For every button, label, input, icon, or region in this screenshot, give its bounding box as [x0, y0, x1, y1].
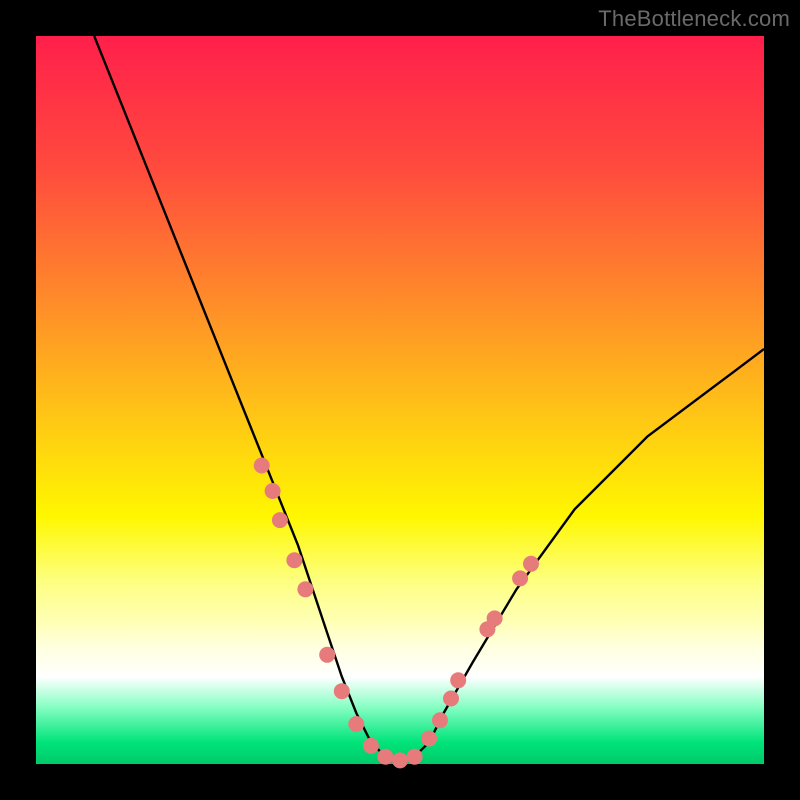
chart-frame: TheBottleneck.com: [0, 0, 800, 800]
data-marker: [407, 749, 423, 765]
data-marker: [272, 512, 288, 528]
data-marker: [254, 458, 270, 474]
data-marker: [297, 581, 313, 597]
plot-area: [36, 36, 764, 764]
data-marker: [286, 552, 302, 568]
data-marker: [487, 610, 503, 626]
data-marker: [523, 556, 539, 572]
watermark-text: TheBottleneck.com: [598, 6, 790, 32]
data-marker: [421, 731, 437, 747]
data-marker: [348, 716, 364, 732]
data-marker: [392, 752, 408, 768]
bottleneck-curve: [94, 36, 764, 764]
marker-group: [254, 458, 539, 769]
data-marker: [450, 672, 466, 688]
data-marker: [432, 712, 448, 728]
data-marker: [443, 691, 459, 707]
data-marker: [512, 570, 528, 586]
data-marker: [363, 738, 379, 754]
data-marker: [334, 683, 350, 699]
data-marker: [377, 749, 393, 765]
data-marker: [319, 647, 335, 663]
chart-svg: [36, 36, 764, 764]
data-marker: [265, 483, 281, 499]
